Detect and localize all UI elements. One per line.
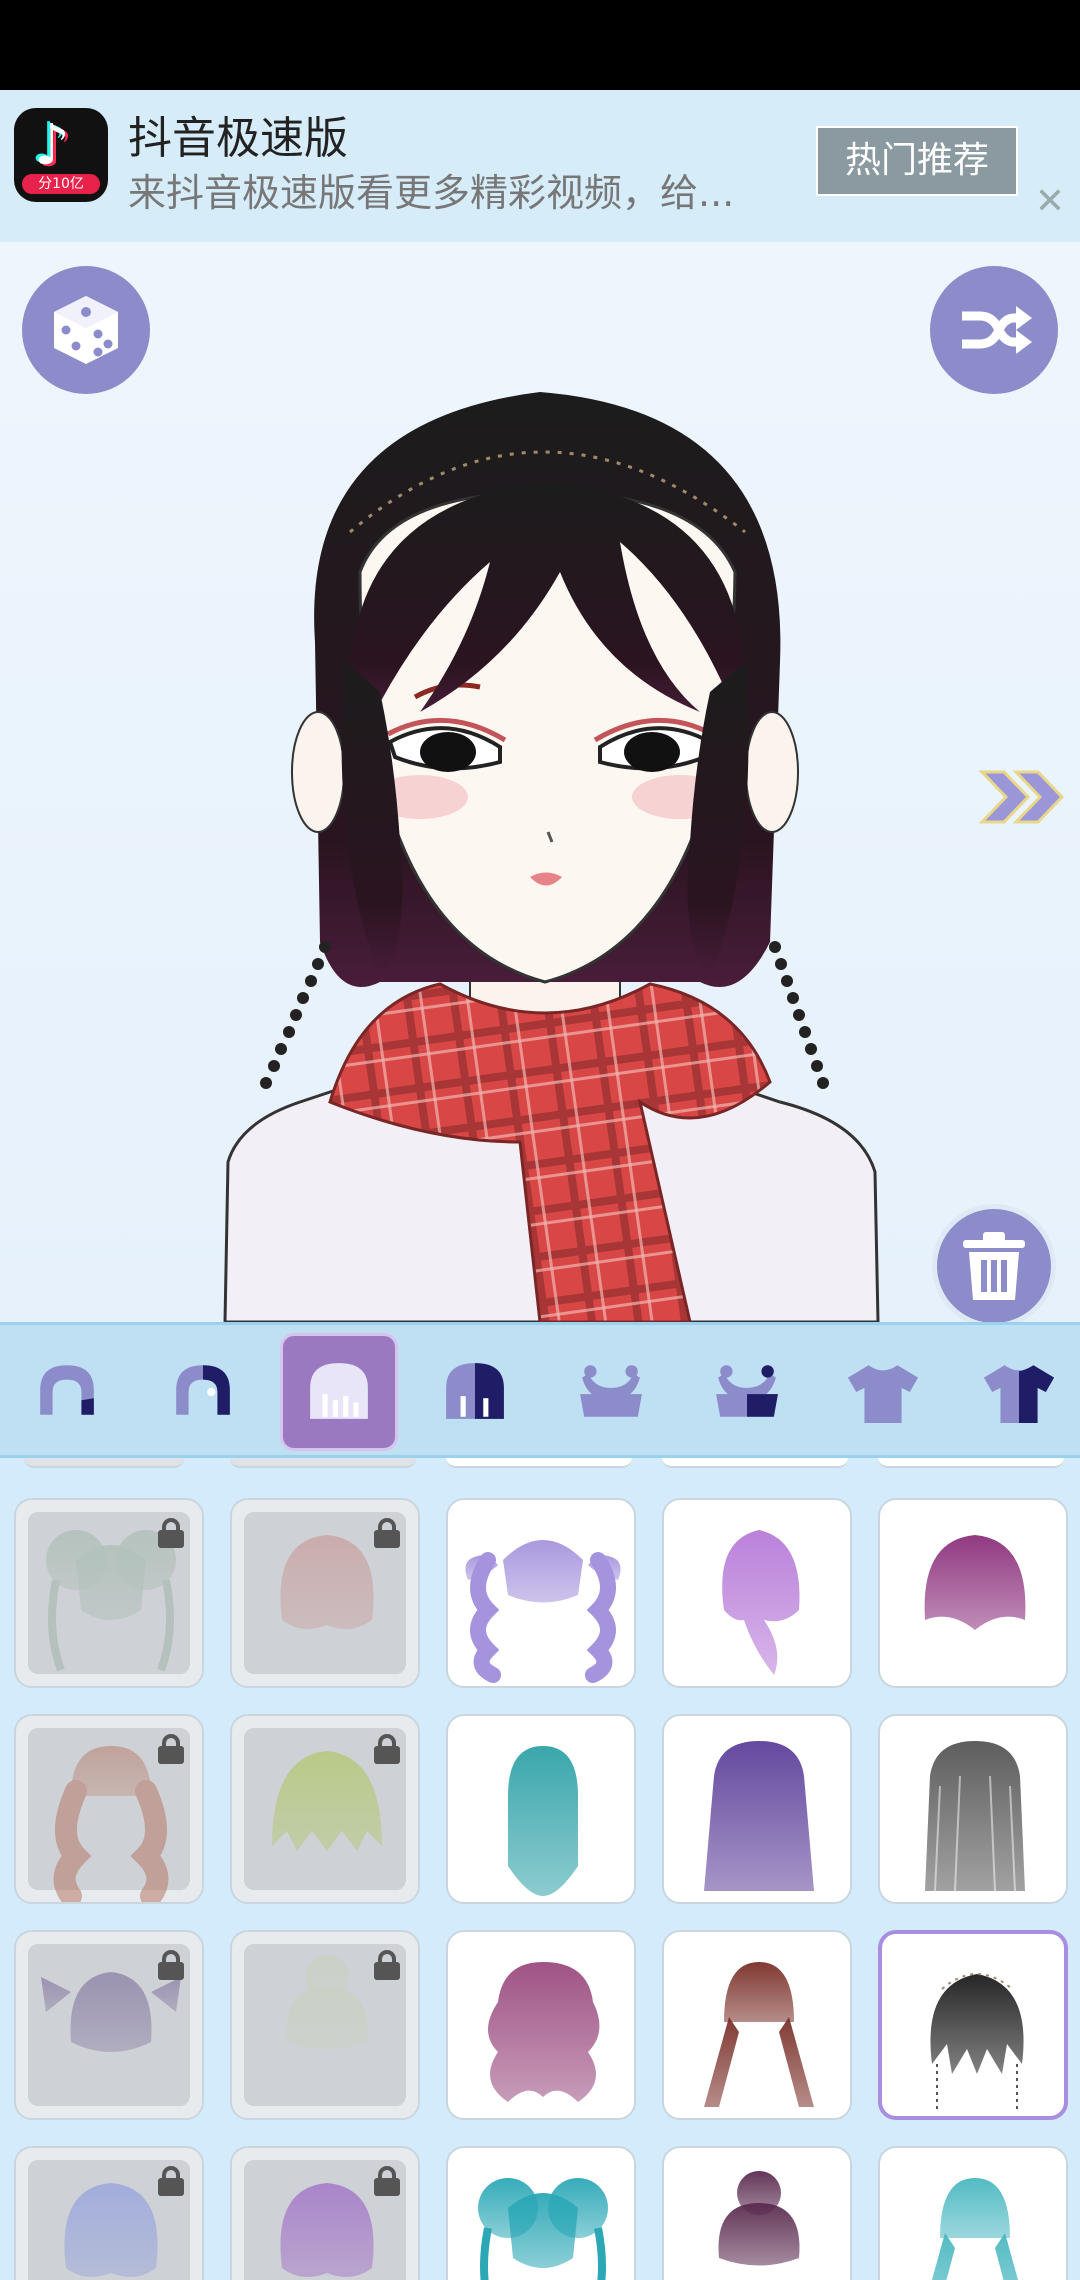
hair-back-icon bbox=[310, 1363, 368, 1419]
tab-shirt[interactable] bbox=[824, 1333, 942, 1451]
ad-title[interactable]: 抖音极速版 bbox=[128, 102, 348, 166]
ad-banner[interactable]: ♪ 分10亿 抖音极速版 来抖音极速版看更多精彩视频，给... 热门推荐 ✕ 广… bbox=[0, 90, 1080, 330]
tab-hair-back[interactable] bbox=[280, 1333, 398, 1451]
status-bar bbox=[0, 0, 1080, 90]
logo-badge: 分10亿 bbox=[22, 174, 100, 194]
delete-button[interactable] bbox=[932, 1204, 1056, 1328]
hair-front-color-icon bbox=[176, 1365, 230, 1415]
shuffle-button[interactable] bbox=[930, 266, 1058, 394]
hair-style-icon bbox=[465, 1540, 621, 1683]
item-grid bbox=[0, 1458, 1080, 2280]
close-icon[interactable]: ✕ bbox=[1030, 182, 1070, 222]
hair-style-icon bbox=[704, 1962, 814, 2107]
tab-hair-back-color[interactable] bbox=[416, 1333, 534, 1451]
hair-style-icon bbox=[704, 1741, 814, 1891]
tab-shirt-color[interactable] bbox=[960, 1333, 1078, 1451]
shuffle-icon bbox=[962, 306, 1032, 354]
hair-item[interactable] bbox=[446, 1498, 636, 1688]
hair-style-icon bbox=[478, 2178, 608, 2280]
hair-item[interactable] bbox=[230, 2146, 420, 2280]
hair-style-icon bbox=[718, 2171, 800, 2266]
character-preview bbox=[0, 242, 1080, 1328]
hair-item[interactable] bbox=[14, 1930, 204, 2120]
hair-item[interactable] bbox=[14, 2146, 204, 2280]
lock-icon bbox=[158, 1734, 184, 1764]
hair-style-icon bbox=[924, 1535, 1026, 1630]
hair-item[interactable] bbox=[662, 1498, 852, 1688]
hair-item[interactable] bbox=[662, 1930, 852, 2120]
ad-subtitle[interactable]: 来抖音极速版看更多精彩视频，给... bbox=[128, 162, 788, 217]
partial-row-top bbox=[0, 1458, 1080, 1472]
hair-item-selected[interactable] bbox=[878, 1930, 1068, 2120]
logo-note-glyph: ♪ bbox=[34, 113, 70, 178]
hair-style-icon bbox=[508, 1746, 578, 1896]
character-illustration bbox=[223, 392, 880, 1324]
lock-icon bbox=[158, 1518, 184, 1548]
dice-icon bbox=[54, 296, 118, 364]
lock-icon bbox=[158, 2166, 184, 2196]
hair-style-icon bbox=[488, 1962, 600, 2102]
hair-item[interactable] bbox=[230, 1714, 420, 1904]
tab-hair-front-color[interactable] bbox=[144, 1333, 262, 1451]
hair-item[interactable] bbox=[230, 1930, 420, 2120]
hair-item[interactable] bbox=[14, 1498, 204, 1688]
accessory-color-icon bbox=[716, 1365, 778, 1417]
hair-item[interactable] bbox=[878, 1714, 1068, 1904]
app-logo-icon[interactable]: ♪ 分10亿 bbox=[14, 108, 108, 202]
shirt-icon bbox=[847, 1365, 919, 1423]
next-page-button[interactable] bbox=[976, 762, 1066, 832]
double-chevron-right-icon bbox=[978, 770, 1065, 824]
hair-item[interactable] bbox=[878, 2146, 1068, 2280]
hair-item[interactable] bbox=[230, 1498, 420, 1688]
accessory-icon bbox=[580, 1365, 642, 1417]
hair-item[interactable] bbox=[446, 1714, 636, 1904]
hair-style-icon bbox=[931, 2178, 1019, 2280]
category-tab-bar bbox=[0, 1322, 1080, 1458]
hair-item[interactable] bbox=[446, 1930, 636, 2120]
lock-icon bbox=[374, 1950, 400, 1980]
hair-item[interactable] bbox=[662, 1714, 852, 1904]
random-button[interactable] bbox=[22, 266, 150, 394]
lock-icon bbox=[374, 1734, 400, 1764]
tab-hair-front[interactable] bbox=[8, 1333, 126, 1451]
lock-icon bbox=[158, 1950, 184, 1980]
hair-back-color-icon bbox=[446, 1363, 504, 1419]
hair-item[interactable] bbox=[446, 2146, 636, 2280]
hair-item[interactable] bbox=[14, 1714, 204, 1904]
tab-accessory-color[interactable] bbox=[688, 1333, 806, 1451]
hair-style-icon bbox=[925, 1741, 1025, 1892]
hair-item[interactable] bbox=[878, 1498, 1068, 1688]
hair-style-icon bbox=[930, 1973, 1024, 2109]
hair-front-icon bbox=[40, 1365, 94, 1415]
trash-icon bbox=[963, 1232, 1025, 1300]
hair-item[interactable] bbox=[662, 2146, 852, 2280]
lock-icon bbox=[374, 1518, 400, 1548]
tab-accessory[interactable] bbox=[552, 1333, 670, 1451]
lock-icon bbox=[374, 2166, 400, 2196]
hair-style-icon bbox=[722, 1530, 800, 1675]
shirt-color-icon bbox=[983, 1365, 1055, 1423]
ad-cta-button[interactable]: 热门推荐 bbox=[816, 126, 1018, 196]
